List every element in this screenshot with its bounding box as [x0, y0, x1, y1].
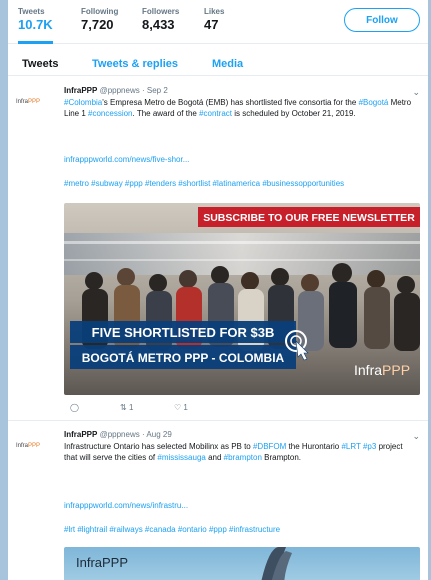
media-brand-ppp: PPP [102, 555, 128, 570]
tweet-media-image[interactable]: SUBSCRIBE TO OUR FREE NEWSLETTER FIVE SH… [64, 203, 420, 395]
tweet-link[interactable]: infrapppworld.com/news/five-shor... [64, 155, 420, 164]
tweet-date[interactable]: · Aug 29 [142, 430, 172, 439]
retweet-count: 1 [128, 403, 134, 412]
tab-media[interactable]: Media [212, 58, 243, 70]
like-button[interactable]: ♡ 1 [174, 403, 188, 412]
hashtag-link[interactable]: #Bogotá [359, 98, 389, 107]
tweet-date[interactable]: · Sep 2 [142, 86, 168, 95]
stat-following-label: Following [81, 7, 119, 16]
retweet-icon: ⇅ [120, 403, 127, 412]
avatar-logo-text: Infra [16, 443, 29, 449]
stat-followers[interactable]: Followers 8,433 [142, 7, 179, 32]
tweet-text-part: 's Empresa Metro de Bogotá (EMB) has sho… [102, 98, 359, 107]
hashtag-link[interactable]: #p3 [363, 442, 376, 451]
hashtag-link[interactable]: #contract [199, 109, 232, 118]
tweet-text-part: Brampton. [261, 453, 302, 462]
tweet-header: InfraPPP @pppnews · Aug 29 [64, 430, 172, 439]
retweet-button[interactable]: ⇅ 1 [120, 403, 133, 412]
stat-tweets-label: Tweets [18, 7, 45, 16]
profile-timeline: Tweets 10.7K Following 7,720 Followers 8… [8, 0, 428, 580]
stat-tweets-value: 10.7K [18, 17, 53, 32]
tab-tweets[interactable]: Tweets [22, 58, 58, 70]
hashtag-link[interactable]: #mississauga [157, 453, 205, 462]
tweet-text-part: is scheduled by October 21, 2019. [231, 109, 356, 118]
tweet-author-name[interactable]: InfraPPP [64, 86, 97, 95]
hashtag-link[interactable]: #concession [88, 109, 132, 118]
stat-tweets[interactable]: Tweets 10.7K [18, 7, 53, 44]
hashtag-link[interactable]: #brampton [224, 453, 262, 462]
media-brand: InfraPPP [76, 555, 128, 570]
tweet-hashtags[interactable]: #metro #subway #ppp #tenders #shortlist … [64, 179, 420, 188]
reply-icon[interactable]: ◯ [70, 403, 79, 412]
tweet-media-image[interactable]: InfraPPP [64, 547, 420, 580]
tweet[interactable]: InfraPPP InfraPPP @pppnews · Sep 2 ⌄ #Co… [8, 77, 428, 421]
media-brand: InfraPPP [354, 362, 410, 378]
like-icon: ♡ [174, 403, 182, 412]
media-brand-text: Infra [76, 555, 103, 570]
stat-followers-label: Followers [142, 7, 180, 16]
avatar-logo-text: Infra [16, 99, 29, 105]
tweet-text-part: the Hurontario [286, 442, 342, 451]
stat-following-value: 7,720 [81, 17, 114, 32]
profile-stats-bar: Tweets 10.7K Following 7,720 Followers 8… [8, 0, 428, 44]
stat-following[interactable]: Following 7,720 [81, 7, 118, 32]
tweet-author-handle[interactable]: @pppnews [100, 86, 140, 95]
hashtag-link[interactable]: #LRT [341, 442, 360, 451]
follow-button[interactable]: Follow [344, 8, 420, 32]
media-brand-ppp: PPP [382, 362, 410, 378]
avatar[interactable]: InfraPPP [16, 99, 40, 105]
tweet-author-handle[interactable]: @pppnews [100, 430, 140, 439]
tweet-text-part: . The award of the [132, 109, 200, 118]
tweet-link[interactable]: infrapppworld.com/news/infrastru... [64, 501, 420, 510]
tweet-author-name[interactable]: InfraPPP [64, 430, 97, 439]
stat-followers-value: 8,433 [142, 17, 175, 32]
tweet-text-part: Infrastructure Ontario has selected Mobi… [64, 442, 253, 451]
hashtag-link[interactable]: #Colombia [64, 98, 102, 107]
tab-tweets-replies[interactable]: Tweets & replies [92, 58, 178, 70]
media-illustration: InfraPPP [64, 547, 420, 580]
media-headline-line2: BOGOTÁ METRO PPP - COLOMBIA [82, 350, 285, 365]
stat-likes-value: 47 [204, 17, 219, 32]
tweet-header: InfraPPP @pppnews · Sep 2 [64, 86, 168, 95]
avatar-logo-ppp: PPP [28, 99, 41, 105]
stat-likes-label: Likes [204, 7, 225, 16]
tweet[interactable]: InfraPPP InfraPPP @pppnews · Aug 29 ⌄ In… [8, 421, 428, 580]
media-banner-text: SUBSCRIBE TO OUR FREE NEWSLETTER [203, 212, 415, 224]
tweet-text-part: and [205, 453, 224, 462]
like-count: 1 [183, 403, 188, 412]
timeline-tabs: Tweets Tweets & replies Media [8, 44, 428, 76]
avatar[interactable]: InfraPPP [16, 443, 40, 449]
media-headline-line1: FIVE SHORTLISTED FOR $3B [92, 325, 275, 340]
hashtag-link[interactable]: #DBFOM [253, 442, 286, 451]
avatar-logo-ppp: PPP [28, 443, 41, 449]
media-illustration: SUBSCRIBE TO OUR FREE NEWSLETTER FIVE SH… [64, 203, 420, 395]
tweet-hashtags[interactable]: #lrt #lightrail #railways #canada #ontar… [64, 525, 420, 534]
media-brand-text: Infra [354, 362, 382, 378]
tweet-text: #Colombia's Empresa Metro de Bogotá (EMB… [64, 97, 416, 119]
tweet-text: Infrastructure Ontario has selected Mobi… [64, 441, 416, 463]
stat-likes[interactable]: Likes 47 [204, 7, 224, 32]
